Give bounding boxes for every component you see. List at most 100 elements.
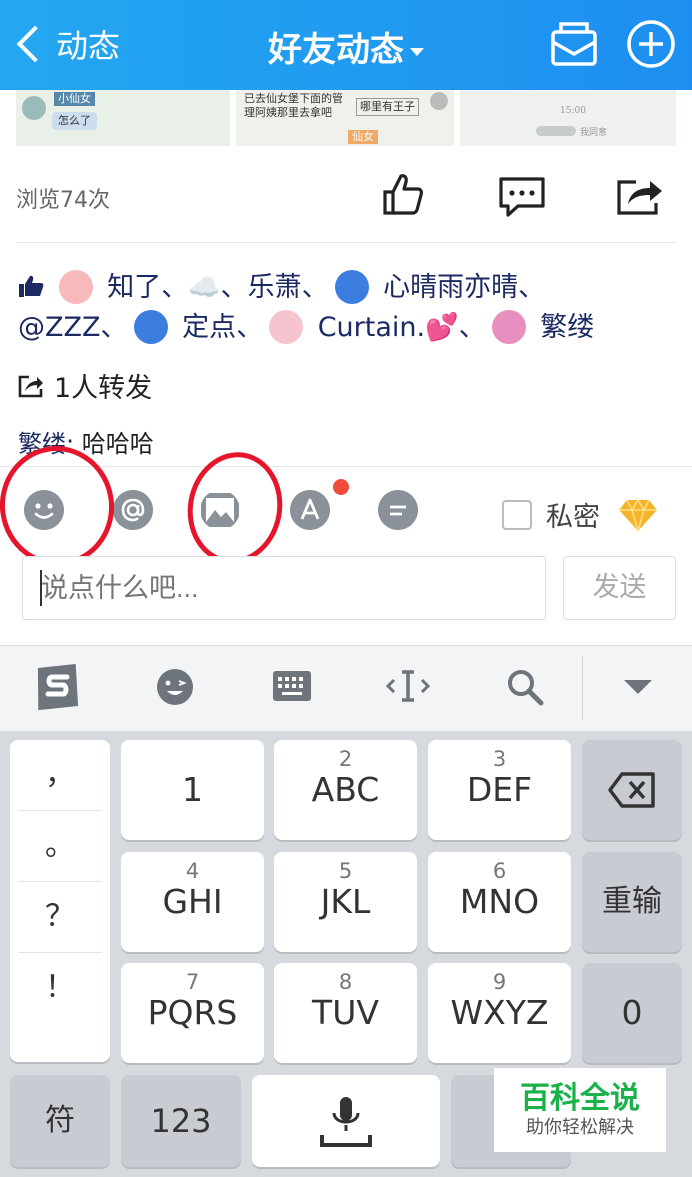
like-icon[interactable] [382, 172, 424, 216]
key-6[interactable]: 6 MNO [428, 852, 571, 952]
key-number: 7 [185, 970, 200, 994]
avatar[interactable] [133, 309, 168, 344]
symbol-key[interactable]: ， [18, 740, 102, 811]
numeric-switch-key[interactable]: 123 [121, 1075, 241, 1167]
key-number: 4 [185, 859, 200, 883]
search-icon[interactable] [506, 668, 544, 706]
divider [0, 466, 692, 467]
space-voice-key[interactable] [252, 1075, 440, 1167]
annotation-circle [178, 444, 292, 572]
post-image-1[interactable]: 小仙女 怎么了 [16, 90, 230, 146]
liker-name[interactable]: 定点 [182, 312, 236, 343]
key-2[interactable]: 2 ABC [274, 740, 417, 840]
avatar [22, 96, 46, 120]
post-image-3[interactable]: 15:00 我同意 [460, 90, 676, 146]
comment-text: 哈哈哈 [81, 430, 154, 458]
symbol-column[interactable]: ， 。 ？ ！ [10, 740, 110, 1062]
thumb-text: 仙女 [348, 130, 378, 144]
forward-icon [18, 375, 43, 397]
post-image-2[interactable]: 已去仙女堡下面的管 理阿姨那里去拿吧 哪里有王子 仙女 [236, 90, 454, 146]
comment-icon[interactable] [498, 176, 546, 218]
key-label: 1 [182, 770, 203, 809]
liker-name[interactable]: 知了 [107, 272, 161, 303]
font-icon[interactable] [290, 490, 330, 530]
reinput-key[interactable]: 重输 [582, 852, 682, 952]
thumb-bar [536, 126, 576, 136]
private-toggle[interactable]: 私密 [502, 495, 658, 534]
send-button[interactable]: 发送 [563, 556, 676, 620]
plus-circle-icon[interactable] [625, 18, 677, 70]
keyboard-icon[interactable] [272, 670, 312, 702]
key-label: WXYZ [450, 993, 549, 1032]
key-number [121, 740, 264, 770]
diamond-icon[interactable] [618, 498, 658, 532]
at-icon[interactable] [113, 490, 153, 530]
share-icon[interactable] [616, 176, 664, 216]
key-3[interactable]: 3 DEF [428, 740, 571, 840]
thumb-text: 怎么了 [52, 112, 97, 130]
symbol-key[interactable]: 。 [18, 811, 102, 882]
key-1[interactable]: 1 [121, 740, 264, 840]
keyboard-toolbar [0, 645, 692, 732]
collapse-icon[interactable] [622, 676, 654, 696]
watermark: 百科全说 助你轻松解决 [494, 1068, 666, 1152]
key-number: 5 [338, 859, 353, 883]
liker-name[interactable]: 繁缕 [540, 312, 594, 343]
liker-name[interactable]: 乐萧 [248, 272, 302, 303]
page-title-text: 好友动态 [268, 30, 404, 70]
key-label: GHI [162, 882, 223, 921]
thumb-text: 我同意 [580, 128, 608, 138]
comment-input[interactable] [23, 557, 545, 619]
symbol-switch-key[interactable]: 符 [10, 1075, 110, 1167]
forward-label: 1人转发 [54, 373, 153, 404]
thumb-text: 哪里有王子 [356, 98, 419, 116]
bubble-icon[interactable] [378, 490, 418, 530]
private-checkbox[interactable] [502, 499, 532, 530]
key-9[interactable]: 9 WXYZ [428, 963, 571, 1063]
view-count: 浏览74次 [16, 188, 110, 213]
thumb-text: 小仙女 [54, 92, 95, 106]
liker-name[interactable]: @ZZZ [18, 312, 101, 343]
notification-dot [333, 479, 349, 495]
microphone-icon [320, 1097, 372, 1147]
symbol-key[interactable]: ？ [18, 882, 102, 953]
symbol-key[interactable]: ！ [18, 953, 102, 1023]
sogou-logo-icon[interactable] [34, 662, 82, 712]
avatar[interactable] [58, 269, 93, 304]
emoji-icon[interactable] [156, 668, 194, 706]
key-label: DEF [466, 770, 533, 809]
backspace-key[interactable] [582, 740, 682, 840]
text-cursor [40, 570, 42, 606]
avatar[interactable] [491, 309, 526, 344]
key-number: 3 [492, 747, 507, 771]
watermark-subtitle: 助你轻松解决 [526, 1117, 634, 1138]
forward-count[interactable]: 1人转发 [18, 366, 152, 405]
divider [16, 242, 676, 243]
comment-input-box[interactable] [22, 556, 546, 620]
avatar[interactable] [334, 269, 369, 304]
liker-name[interactable]: Curtain.💕 [318, 312, 459, 343]
key-label: TUV [312, 993, 379, 1032]
key-7[interactable]: 7 PQRS [121, 963, 264, 1063]
key-number: 6 [492, 859, 507, 883]
key-label: JKL [320, 882, 371, 921]
key-8[interactable]: 8 TUV [274, 963, 417, 1063]
key-4[interactable]: 4 GHI [121, 852, 264, 952]
key-5[interactable]: 5 JKL [274, 852, 417, 952]
avatar[interactable] [269, 309, 304, 344]
liker-name[interactable]: 心晴雨亦晴 [383, 272, 518, 303]
key-label: ABC [311, 770, 380, 809]
private-label: 私密 [546, 502, 600, 533]
caret-down-icon [410, 47, 424, 56]
key-number: 2 [338, 747, 353, 771]
thumb-text: 15:00 [560, 106, 586, 116]
key-0[interactable]: 0 [582, 963, 682, 1063]
cursor-icon[interactable] [386, 668, 430, 704]
key-number: 9 [492, 970, 507, 994]
divider [582, 656, 583, 720]
thumb-text: 已去仙女堡下面的管 [244, 92, 343, 105]
key-label: MNO [459, 882, 540, 921]
backspace-icon [608, 772, 655, 808]
watermark-title: 百科全说 [520, 1081, 640, 1116]
envelope-icon[interactable] [548, 18, 600, 70]
